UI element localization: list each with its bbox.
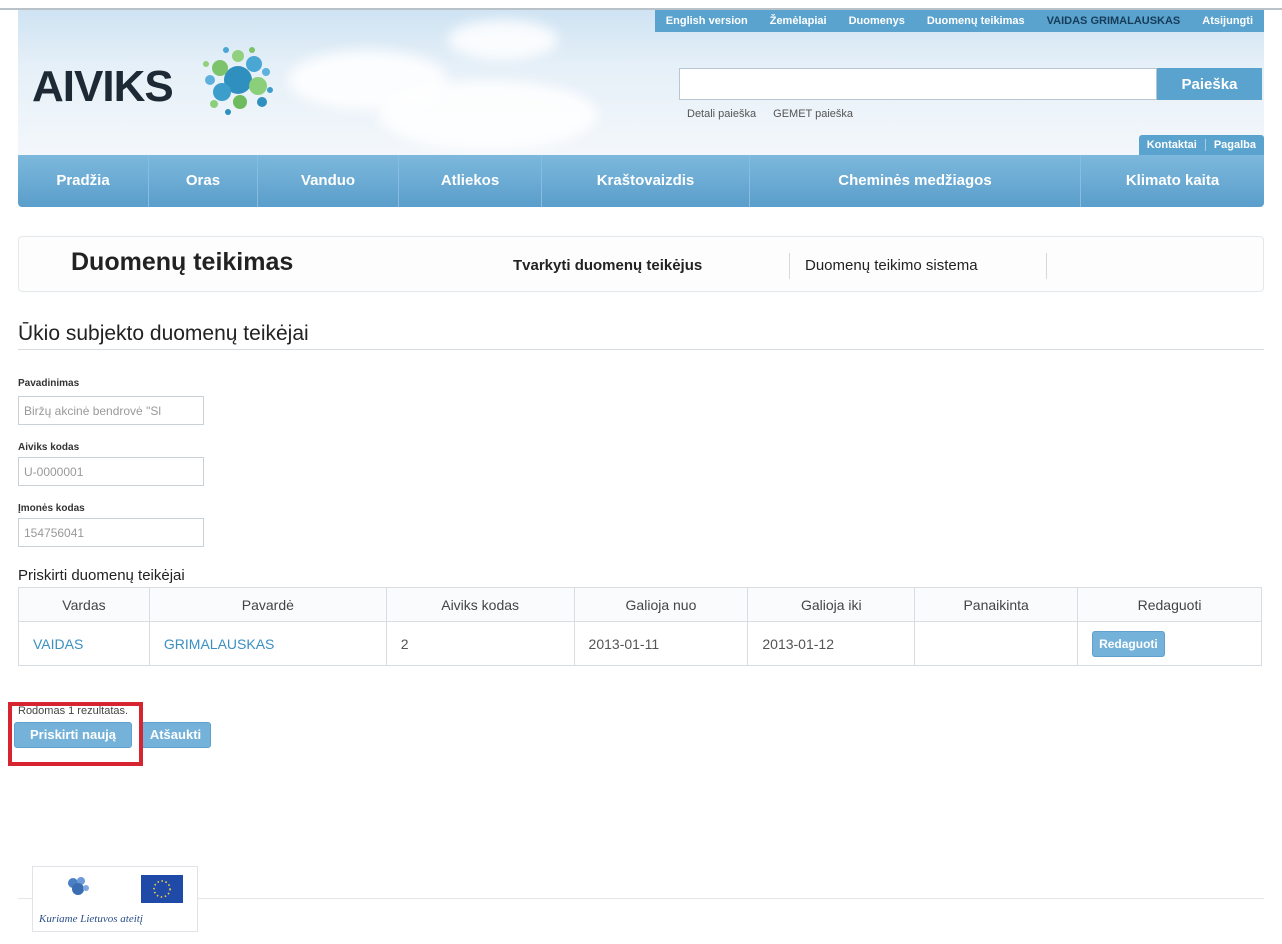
gemet-search-link[interactable]: GEMET paieška bbox=[773, 108, 853, 120]
tab-manage-providers[interactable]: Tvarkyti duomenų teikėjus bbox=[513, 257, 702, 274]
main-menu: Pradžia Oras Vanduo Atliekos Kraštovaizd… bbox=[18, 155, 1264, 207]
footer-divider bbox=[18, 898, 1264, 899]
column-header-aiviks-kodas[interactable]: Aiviks kodas bbox=[385, 587, 575, 622]
cell-panaikinta bbox=[914, 621, 1079, 666]
menu-item-chemines-medziagos[interactable]: Cheminės medžiagos bbox=[750, 155, 1081, 207]
providers-table: Vardas Pavardė Aiviks kodas Galioja nuo … bbox=[18, 587, 1262, 666]
aiviks-code-field[interactable]: U-0000001 bbox=[18, 457, 204, 486]
eu-funds-logo: Kuriame Lietuvos ateitį bbox=[32, 866, 198, 932]
table-header-row: Vardas Pavardė Aiviks kodas Galioja nuo … bbox=[18, 587, 1262, 622]
nav-data[interactable]: Duomenys bbox=[838, 10, 916, 32]
site-header: English version Žemėlapiai Duomenys Duom… bbox=[18, 10, 1264, 155]
tab-submission-system[interactable]: Duomenų teikimo sistema bbox=[805, 257, 978, 274]
tab-separator bbox=[1046, 253, 1047, 279]
search-button[interactable]: Paieška bbox=[1157, 68, 1262, 100]
cell-vardas[interactable]: VAIDAS bbox=[18, 621, 150, 666]
nav-data-submission[interactable]: Duomenų teikimas bbox=[916, 10, 1036, 32]
footer-caption: Kuriame Lietuvos ateitį bbox=[39, 913, 143, 925]
cell-edit: Redaguoti bbox=[1077, 621, 1262, 666]
menu-item-klimato-kaita[interactable]: Klimato kaita bbox=[1081, 155, 1264, 207]
logo-dots-icon bbox=[203, 47, 273, 115]
tab-separator bbox=[789, 253, 790, 279]
company-code-label: Įmonės kodas bbox=[18, 503, 85, 514]
aiviks-code-label: Aiviks kodas bbox=[18, 442, 80, 453]
menu-item-atliekos[interactable]: Atliekos bbox=[399, 155, 542, 207]
name-label: Pavadinimas bbox=[18, 378, 80, 389]
cancel-button[interactable]: Atšaukti bbox=[140, 722, 211, 748]
search-links: Detali paieška GEMET paieška bbox=[687, 108, 867, 120]
detailed-search-link[interactable]: Detali paieška bbox=[687, 108, 756, 120]
cell-galioja-nuo: 2013-01-11 bbox=[573, 621, 749, 666]
search-input[interactable] bbox=[679, 68, 1157, 100]
section-title: Ūkio subjekto duomenų teikėjai bbox=[18, 322, 309, 345]
contact-help-tabs: Kontaktai Pagalba bbox=[1138, 135, 1264, 155]
column-header-galioja-nuo[interactable]: Galioja nuo bbox=[573, 587, 749, 622]
column-header-vardas[interactable]: Vardas bbox=[18, 587, 150, 622]
company-code-field[interactable]: 154756041 bbox=[18, 518, 204, 547]
column-header-panaikinta[interactable]: Panaikinta bbox=[914, 587, 1079, 622]
help-link[interactable]: Pagalba bbox=[1206, 135, 1264, 155]
cell-aiviks-kodas: 2 bbox=[385, 621, 575, 666]
cell-pavarde[interactable]: GRIMALAUSKAS bbox=[148, 621, 387, 666]
page-title: Duomenų teikimas bbox=[71, 248, 294, 276]
logo-text: AIVIKS bbox=[32, 62, 174, 111]
header-cloud bbox=[448, 20, 558, 60]
eu-flag-icon bbox=[141, 875, 183, 903]
header-cloud bbox=[378, 80, 598, 150]
contacts-link[interactable]: Kontaktai bbox=[1139, 135, 1205, 155]
logout-link[interactable]: Atsijungti bbox=[1191, 10, 1264, 32]
subheader: Duomenų teikimas Tvarkyti duomenų teikėj… bbox=[18, 236, 1264, 292]
lithuania-emblem-icon bbox=[68, 877, 89, 895]
user-name[interactable]: VAIDAS GRIMALAUSKAS bbox=[1036, 10, 1192, 32]
menu-item-pradzia[interactable]: Pradžia bbox=[18, 155, 149, 207]
menu-item-oras[interactable]: Oras bbox=[149, 155, 258, 207]
menu-item-krastovaizdis[interactable]: Kraštovaizdis bbox=[542, 155, 750, 207]
highlight-box bbox=[8, 702, 143, 766]
nav-maps[interactable]: Žemėlapiai bbox=[759, 10, 838, 32]
edit-button[interactable]: Redaguoti bbox=[1092, 630, 1165, 657]
page: English version Žemėlapiai Duomenys Duom… bbox=[0, 0, 1282, 944]
table-title: Priskirti duomenų teikėjai bbox=[18, 567, 185, 584]
menu-item-vanduo[interactable]: Vanduo bbox=[258, 155, 399, 207]
column-header-redaguoti: Redaguoti bbox=[1077, 587, 1262, 622]
table-row: VAIDAS GRIMALAUSKAS 2 2013-01-11 2013-01… bbox=[18, 621, 1262, 666]
column-header-pavarde[interactable]: Pavardė bbox=[148, 587, 387, 622]
cell-galioja-iki: 2013-01-12 bbox=[747, 621, 916, 666]
section-divider bbox=[18, 349, 1264, 350]
nav-english-version[interactable]: English version bbox=[655, 10, 759, 32]
top-navigation: English version Žemėlapiai Duomenys Duom… bbox=[654, 10, 1264, 32]
column-header-galioja-iki[interactable]: Galioja iki bbox=[747, 587, 916, 622]
name-field[interactable]: Biržų akcinė bendrovė "Sl bbox=[18, 396, 204, 425]
